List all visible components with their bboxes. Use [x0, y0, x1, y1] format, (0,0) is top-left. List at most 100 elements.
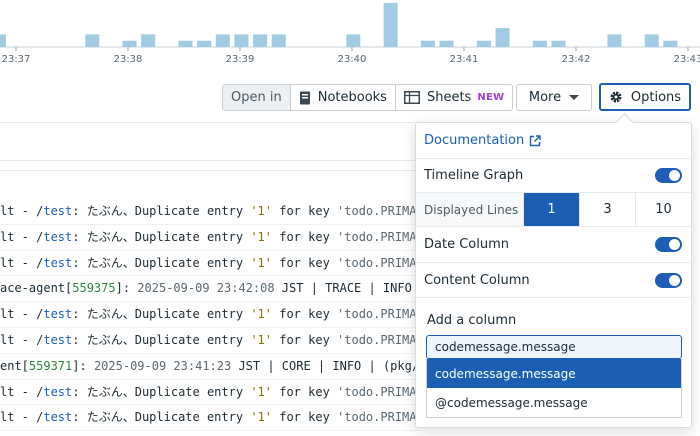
histogram-bar[interactable] — [253, 34, 268, 47]
log-row[interactable]: ent[559371]: 2025-09-09 23:41:23 JST | C… — [0, 354, 420, 380]
x-tick-label: 23:40 — [338, 54, 367, 65]
displayed-lines-label: Displayed Lines — [416, 193, 524, 226]
options-popover: Documentation Timeline Graph Displayed L… — [415, 122, 692, 428]
log-list: lt - /test: たぶん、Duplicate entry '1' for … — [0, 199, 420, 436]
log-segment: : たぶん、Duplicate entry — [72, 255, 251, 270]
timeline-graph-toggle[interactable] — [655, 168, 682, 183]
add-column-label: Add a column — [427, 313, 517, 328]
new-badge: NEW — [477, 92, 505, 103]
suggestion-item[interactable]: @codemessage.message — [427, 388, 681, 417]
log-segment: ]: — [115, 281, 138, 296]
log-segment: 'todo.PRIMARY' — [337, 332, 420, 347]
log-row[interactable]: ace-agent[559375]: 2025-09-09 23:42:08 J… — [0, 276, 420, 303]
log-segment: test — [43, 204, 73, 218]
log-row[interactable]: lt - /test: たぶん、Duplicate entry '1' for … — [0, 405, 420, 432]
log-row[interactable]: ace-agent[559375]: 2025-09-09 23:41:03 J… — [0, 431, 420, 436]
options-label: Options — [630, 89, 682, 105]
documentation-link[interactable]: Documentation — [424, 133, 541, 148]
date-column-toggle[interactable] — [655, 237, 682, 252]
lines-option-1[interactable]: 1 — [524, 193, 580, 226]
histogram-bar[interactable] — [607, 34, 622, 47]
histogram-bar[interactable] — [85, 34, 100, 47]
histogram-bar[interactable] — [383, 2, 398, 47]
content-column-toggle[interactable] — [655, 272, 682, 288]
log-segment: 'todo.PRIMARY' — [337, 384, 420, 399]
log-row[interactable]: lt - /test: たぶん、Duplicate entry '1' for … — [0, 380, 420, 406]
histogram-bar[interactable] — [476, 40, 491, 47]
log-segment: 'todo.PRIMARY' — [337, 204, 420, 218]
notebooks-button[interactable]: Notebooks — [290, 85, 396, 110]
add-column-input[interactable]: codemessage.message — [426, 335, 682, 359]
log-segment: 559375 — [72, 281, 116, 296]
histogram-bar[interactable] — [420, 40, 435, 47]
suggestion-item[interactable]: codemessage.message — [427, 359, 681, 388]
log-segment: '1' — [250, 204, 272, 218]
x-tick-label: 23:43 — [674, 54, 700, 65]
displayed-lines-row: Displayed Lines 1 3 10 — [416, 192, 691, 226]
log-segment: : たぶん、Duplicate entry — [72, 204, 251, 218]
timeline-graph-row: Timeline Graph — [416, 158, 691, 192]
log-segment: test — [43, 384, 73, 399]
log-segment: test — [43, 255, 73, 270]
log-segment: for key — [272, 410, 338, 425]
log-segment: '1' — [250, 384, 272, 399]
histogram-bar[interactable] — [532, 40, 547, 47]
histogram-bar[interactable] — [439, 40, 454, 47]
log-segment: lt - / — [0, 307, 44, 322]
histogram-bar[interactable] — [495, 28, 510, 47]
log-segment: for key — [272, 384, 338, 399]
histogram-bar[interactable] — [663, 40, 678, 47]
log-row[interactable]: lt - /test: たぶん、Duplicate entry '1' for … — [0, 199, 420, 225]
options-button[interactable]: Options — [599, 83, 691, 111]
histogram-bar[interactable] — [215, 34, 230, 47]
histogram-bar[interactable] — [197, 40, 212, 47]
log-row[interactable]: lt - /test: たぶん、Duplicate entry '1' for … — [0, 328, 420, 354]
log-segment: for key — [272, 229, 338, 244]
divider — [0, 170, 415, 171]
log-segment: for key — [272, 332, 338, 347]
open-in-group: Open in Notebooks Sheets NEW — [222, 84, 514, 111]
histogram-bar[interactable] — [122, 40, 137, 47]
log-segment: JST | TRACE | INFO | — [274, 281, 420, 296]
log-segment: lt - / — [0, 204, 44, 218]
log-segment: test — [43, 410, 73, 425]
log-segment: : たぶん、Duplicate entry — [72, 410, 251, 425]
log-row[interactable]: lt - /test: たぶん、Duplicate entry '1' for … — [0, 302, 420, 328]
more-button[interactable]: More — [516, 84, 592, 111]
histogram-bar[interactable] — [644, 34, 659, 47]
log-segment: lt - / — [0, 229, 44, 244]
sheets-button[interactable]: Sheets NEW — [395, 85, 513, 110]
sheets-label: Sheets — [426, 90, 472, 105]
log-segment: '1' — [250, 410, 272, 425]
log-segment: : たぶん、Duplicate entry — [72, 384, 251, 399]
log-segment: '1' — [250, 255, 272, 270]
log-segment: '1' — [250, 229, 272, 244]
histogram-bar[interactable] — [178, 40, 193, 47]
timeline-histogram[interactable]: 23:37 23:38 23:39 23:40 23:41 23:42 23:43 — [0, 0, 700, 70]
content-column-label: Content Column — [424, 272, 530, 288]
histogram-bar[interactable] — [271, 34, 286, 47]
log-row[interactable]: lt - /test: たぶん、Duplicate entry '1' for … — [0, 225, 420, 251]
histogram-bar[interactable] — [551, 40, 566, 47]
content-column-row: Content Column — [416, 262, 691, 297]
log-segment: test — [43, 332, 73, 347]
histogram-bar[interactable] — [346, 34, 361, 47]
log-segment: '1' — [250, 332, 272, 347]
open-in-label: Open in — [223, 85, 291, 110]
gear-icon — [609, 90, 623, 104]
x-tick-label: 23:42 — [562, 54, 591, 65]
log-segment: JST | CORE | INFO | (pkg/p — [231, 358, 420, 373]
external-link-icon — [529, 134, 541, 147]
histogram-bar[interactable] — [234, 34, 249, 47]
lines-option-3[interactable]: 3 — [580, 193, 636, 226]
histogram-bar[interactable] — [0, 34, 6, 47]
more-label: More — [528, 90, 562, 105]
log-row[interactable]: lt - /test: たぶん、Duplicate entry '1' for … — [0, 251, 420, 277]
x-tick-label: 23:38 — [114, 54, 143, 65]
column-suggestions: codemessage.message @codemessage.message — [426, 359, 682, 418]
log-segment: lt - / — [0, 410, 44, 425]
log-segment: : たぶん、Duplicate entry — [72, 332, 251, 347]
lines-option-10[interactable]: 10 — [636, 193, 691, 226]
histogram-bar[interactable] — [141, 34, 156, 47]
documentation-label: Documentation — [424, 133, 525, 148]
